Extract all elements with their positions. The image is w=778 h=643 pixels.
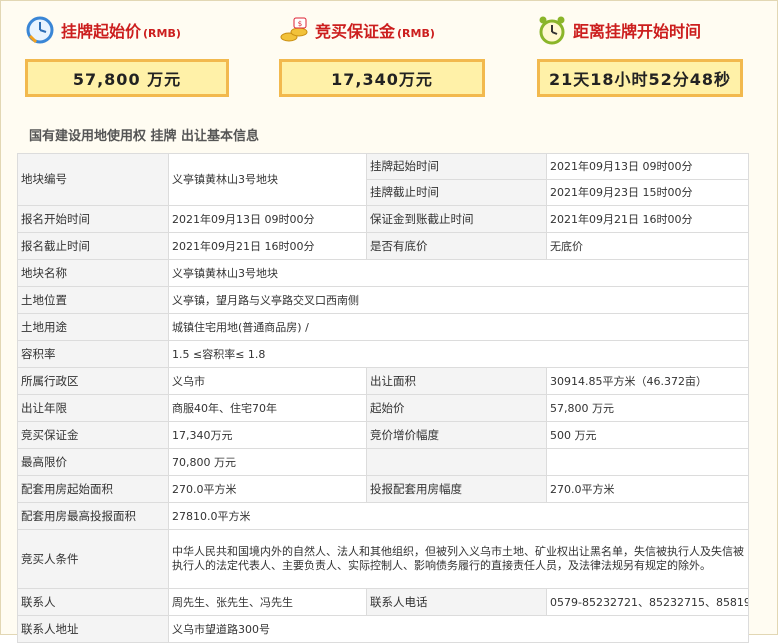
term-label: 出让年限 bbox=[17, 394, 169, 422]
countdown-value: 21天18小时52分48秒 bbox=[537, 59, 743, 97]
table-row: 竞买保证金 17,340万元 竞价增价幅度 500 万元 bbox=[17, 421, 749, 449]
far-label: 容积率 bbox=[17, 340, 169, 368]
table-row: 最高限价 70,800 万元 bbox=[17, 448, 749, 476]
start-price-stat: 挂牌起始价 (RMB) 57,800 万元 bbox=[25, 13, 245, 97]
table-row: 配套用房起始面积 270.0平方米 投报配套用房幅度 270.0平方米 bbox=[17, 475, 749, 503]
table-row: 配套用房最高投报面积 27810.0平方米 bbox=[17, 502, 749, 530]
conditions-label: 竞买人条件 bbox=[17, 529, 169, 589]
start-price: 57,800 万元 bbox=[546, 394, 749, 422]
table-row: 地块编号 义亭镇黄林山3号地块 挂牌起始时间 2021年09月13日 09时00… bbox=[17, 153, 749, 206]
reserve: 无底价 bbox=[546, 232, 749, 260]
far: 1.5 ≤容积率≤ 1.8 bbox=[168, 340, 749, 368]
table-row: 竞买人条件 中华人民共和国境内外的自然人、法人和其他组织，但被列入义乌市土地、矿… bbox=[17, 529, 749, 589]
svg-text:$: $ bbox=[298, 20, 302, 28]
district-label: 所属行政区 bbox=[17, 367, 169, 395]
countdown-title: 距离挂牌开始时间 bbox=[573, 22, 702, 41]
table-row: 容积率 1.5 ≤容积率≤ 1.8 bbox=[17, 340, 749, 368]
name-label: 地块名称 bbox=[17, 259, 169, 287]
countdown-stat: 距离挂牌开始时间 21天18小时52分48秒 bbox=[537, 13, 757, 97]
deposit-stat: $ 竞买保证金 (RMB) 17,340万元 bbox=[279, 13, 499, 97]
listing-start: 2021年09月13日 09时00分 bbox=[546, 153, 749, 180]
address: 义乌市望道路300号 bbox=[168, 615, 749, 643]
contact-label: 联系人 bbox=[17, 588, 169, 616]
contact: 周先生、张先生、冯先生 bbox=[168, 588, 367, 616]
address-label: 联系人地址 bbox=[17, 615, 169, 643]
section-title: 国有建设用地使用权 挂牌 出让基本信息 bbox=[29, 129, 260, 144]
start-price-title: 挂牌起始价 (RMB) bbox=[61, 22, 181, 41]
use: 城镇住宅用地(普通商品房) / bbox=[168, 313, 749, 341]
table-row: 土地位置 义亭镇，望月路与义亭路交叉口西南侧 bbox=[17, 286, 749, 314]
start-price-label: 起始价 bbox=[366, 394, 547, 422]
parcel-no: 义亭镇黄林山3号地块 bbox=[168, 153, 367, 206]
info-table: 地块编号 义亭镇黄林山3号地块 挂牌起始时间 2021年09月13日 09时00… bbox=[17, 153, 749, 643]
empty-cell bbox=[546, 448, 749, 476]
deposit-deadline-label: 保证金到账截止时间 bbox=[366, 205, 547, 233]
table-row: 联系人地址 义乌市望道路300号 bbox=[17, 615, 749, 643]
reg-start: 2021年09月13日 09时00分 bbox=[168, 205, 367, 233]
clock-icon bbox=[25, 15, 55, 45]
housing-max: 27810.0平方米 bbox=[168, 502, 749, 530]
deposit-deadline: 2021年09月21日 16时00分 bbox=[546, 205, 749, 233]
housing-start-label: 配套用房起始面积 bbox=[17, 475, 169, 503]
reg-end: 2021年09月21日 16时00分 bbox=[168, 232, 367, 260]
location-label: 土地位置 bbox=[17, 286, 169, 314]
area: 30914.85平方米（46.372亩） bbox=[546, 367, 749, 395]
bid-deposit-label: 竞买保证金 bbox=[17, 421, 169, 449]
area-label: 出让面积 bbox=[366, 367, 547, 395]
phone-label: 联系人电话 bbox=[366, 588, 547, 616]
table-row: 土地用途 城镇住宅用地(普通商品房) / bbox=[17, 313, 749, 341]
district: 义乌市 bbox=[168, 367, 367, 395]
housing-step-label: 投报配套用房幅度 bbox=[366, 475, 547, 503]
max-price: 70,800 万元 bbox=[168, 448, 367, 476]
table-row: 地块名称 义亭镇黄林山3号地块 bbox=[17, 259, 749, 287]
name: 义亭镇黄林山3号地块 bbox=[168, 259, 749, 287]
housing-step: 270.0平方米 bbox=[546, 475, 749, 503]
listing-end-label: 挂牌截止时间 bbox=[366, 179, 547, 206]
max-price-label: 最高限价 bbox=[17, 448, 169, 476]
bid-deposit: 17,340万元 bbox=[168, 421, 367, 449]
table-row: 报名截止时间 2021年09月21日 16时00分 是否有底价 无底价 bbox=[17, 232, 749, 260]
table-row: 联系人 周先生、张先生、冯先生 联系人电话 0579-85232721、8523… bbox=[17, 588, 749, 616]
page-frame: 挂牌起始价 (RMB) 57,800 万元 $ 竞买保证金 (RMB) 17,340… bbox=[0, 0, 778, 643]
coins-icon: $ bbox=[279, 15, 309, 45]
deposit-title: 竞买保证金 (RMB) bbox=[315, 22, 435, 41]
alarm-clock-icon bbox=[537, 15, 567, 45]
empty-cell bbox=[366, 448, 547, 476]
location: 义亭镇，望月路与义亭路交叉口西南侧 bbox=[168, 286, 749, 314]
listing-end: 2021年09月23日 15时00分 bbox=[546, 179, 749, 206]
increment: 500 万元 bbox=[546, 421, 749, 449]
start-price-value: 57,800 万元 bbox=[25, 59, 229, 97]
listing-start-label: 挂牌起始时间 bbox=[366, 153, 547, 180]
reg-start-label: 报名开始时间 bbox=[17, 205, 169, 233]
table-row: 出让年限 商服40年、住宅70年 起始价 57,800 万元 bbox=[17, 394, 749, 422]
housing-max-label: 配套用房最高投报面积 bbox=[17, 502, 169, 530]
table-row: 报名开始时间 2021年09月13日 09时00分 保证金到账截止时间 2021… bbox=[17, 205, 749, 233]
deposit-value: 17,340万元 bbox=[279, 59, 485, 97]
term: 商服40年、住宅70年 bbox=[168, 394, 367, 422]
reserve-label: 是否有底价 bbox=[366, 232, 547, 260]
increment-label: 竞价增价幅度 bbox=[366, 421, 547, 449]
parcel-no-label: 地块编号 bbox=[17, 153, 169, 206]
conditions: 中华人民共和国境内外的自然人、法人和其他组织，但被列入义乌市土地、矿业权出让黑名… bbox=[168, 529, 749, 589]
table-row: 所属行政区 义乌市 出让面积 30914.85平方米（46.372亩） bbox=[17, 367, 749, 395]
housing-start: 270.0平方米 bbox=[168, 475, 367, 503]
reg-end-label: 报名截止时间 bbox=[17, 232, 169, 260]
use-label: 土地用途 bbox=[17, 313, 169, 341]
phone: 0579-85232721、85232715、85819030 bbox=[546, 588, 749, 616]
